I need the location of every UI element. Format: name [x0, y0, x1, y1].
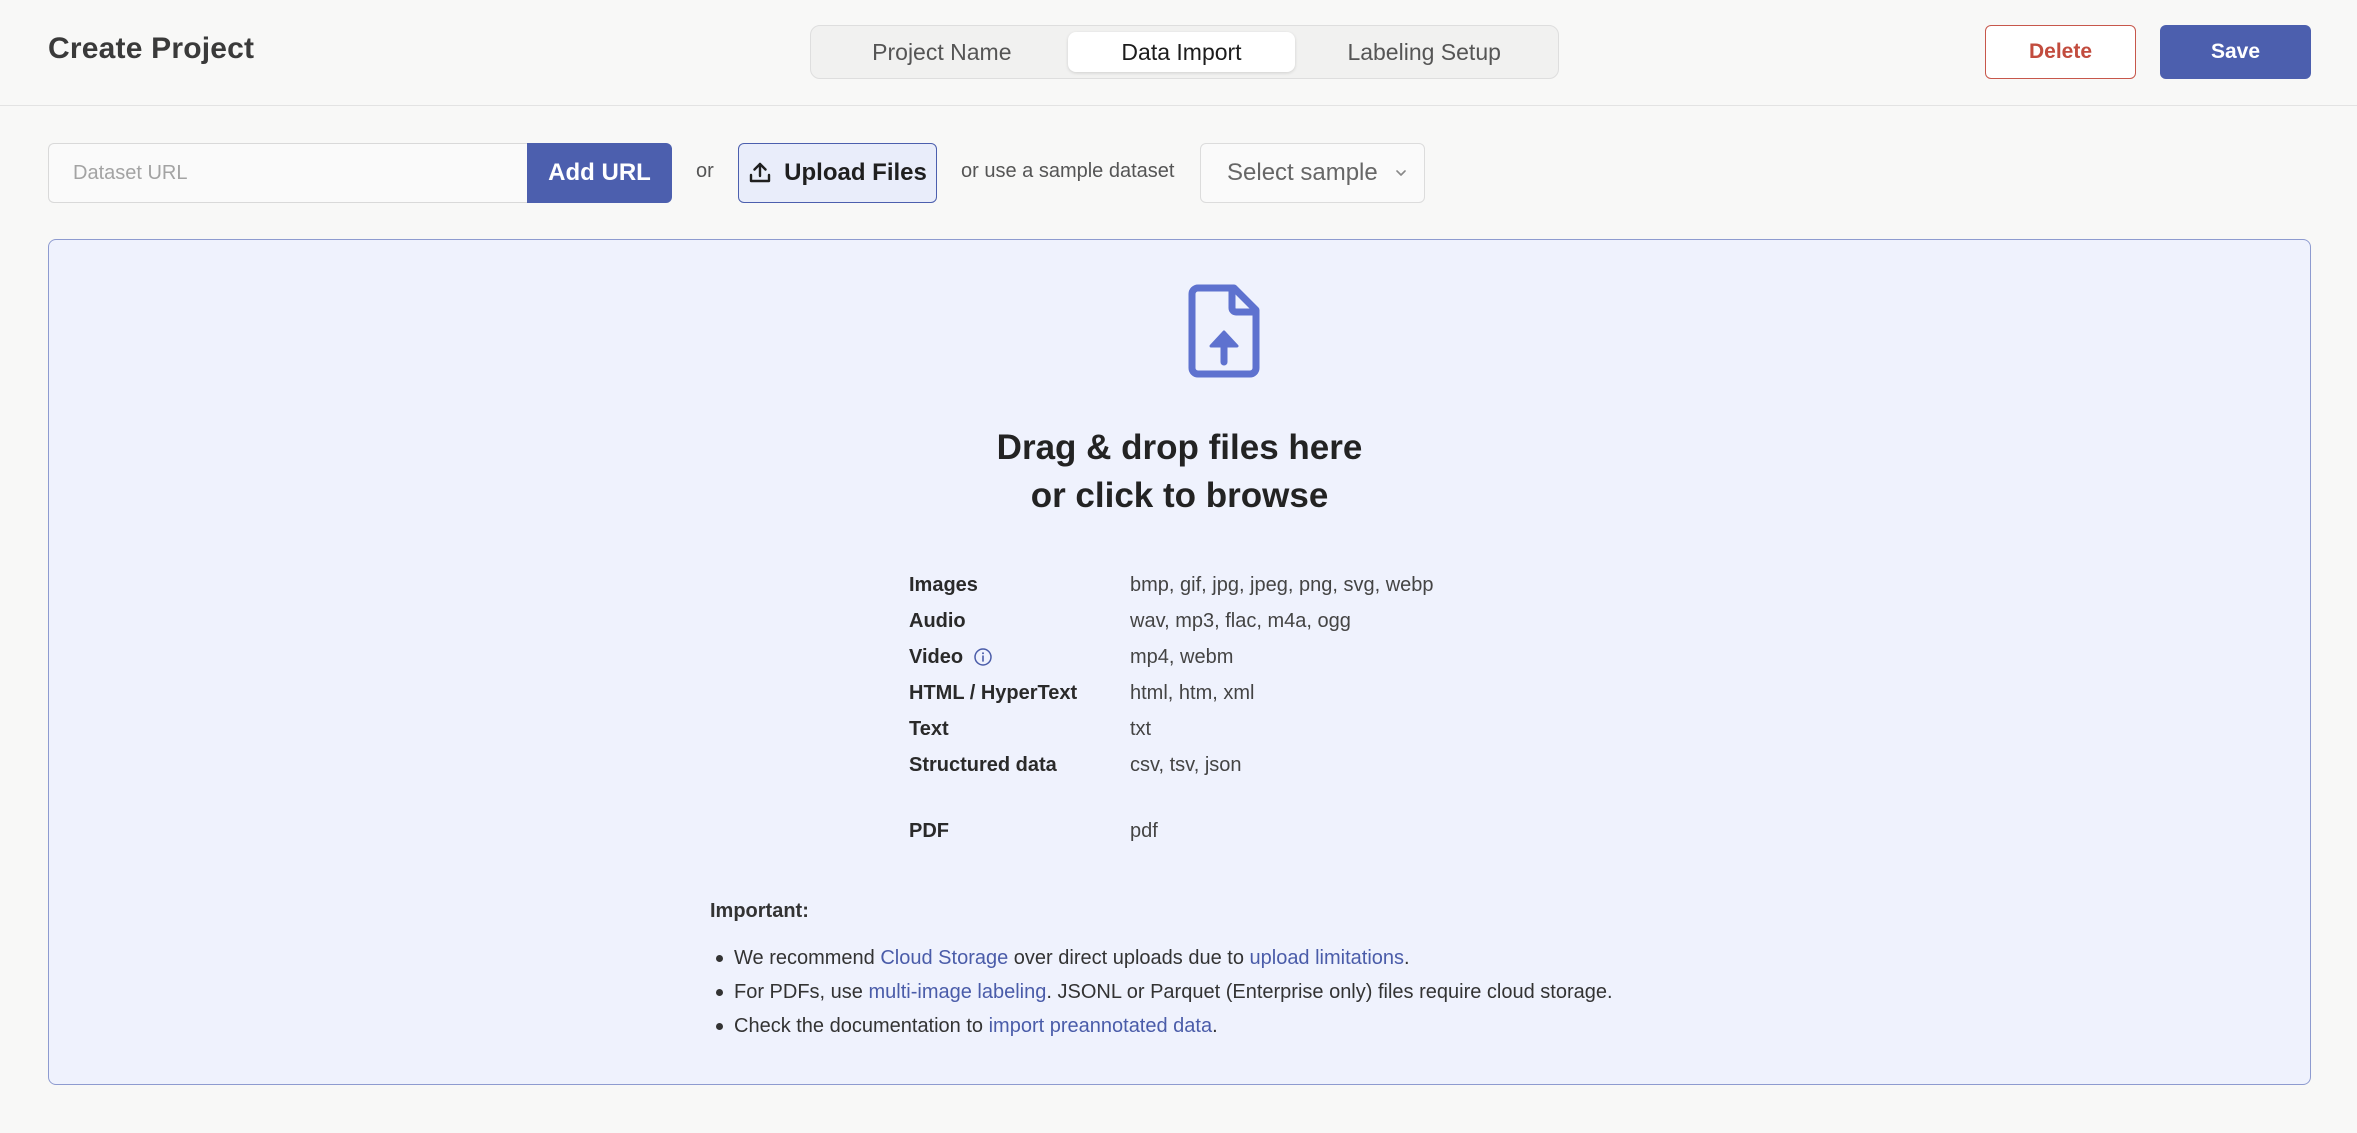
upload-icon	[748, 161, 772, 185]
important-notes: Important: We recommend Cloud Storage ov…	[710, 900, 1710, 1043]
chevron-down-icon	[1396, 170, 1406, 176]
upload-files-button[interactable]: Upload Files	[738, 143, 937, 203]
file-type-row: Audio wav, mp3, flac, m4a, ogg	[909, 606, 1509, 636]
file-type-name: PDF	[909, 820, 949, 842]
file-type-extensions: pdf	[1130, 820, 1158, 842]
upload-files-label: Upload Files	[784, 159, 927, 186]
dataset-url-input[interactable]	[48, 143, 528, 203]
file-type-row: Structured data csv, tsv, json	[909, 750, 1509, 780]
cloud-storage-link[interactable]: Cloud Storage	[880, 947, 1008, 969]
save-button[interactable]: Save	[2160, 25, 2311, 79]
file-type-extensions: csv, tsv, json	[1130, 754, 1242, 776]
list-item: Check the documentation to import preann…	[710, 1009, 1710, 1043]
file-type-name: Text	[909, 718, 949, 740]
info-icon[interactable]	[973, 647, 993, 667]
header: Create Project Project Name Data Import …	[0, 0, 2357, 106]
dropzone-title-line2: or click to browse	[1030, 476, 1329, 515]
step-tabs: Project Name Data Import Labeling Setup	[810, 25, 1559, 79]
upload-limitations-link[interactable]: upload limitations	[1250, 947, 1405, 969]
file-type-row: Text txt	[909, 714, 1509, 744]
note-text: .	[1404, 947, 1410, 969]
tab-project-name[interactable]: Project Name	[816, 32, 1068, 72]
page-title: Create Project	[48, 32, 255, 65]
important-list: We recommend Cloud Storage over direct u…	[710, 941, 1710, 1043]
note-text: We recommend	[734, 947, 881, 969]
dropzone-title-line1: Drag & drop files here	[996, 428, 1363, 467]
file-type-row: PDF pdf	[909, 816, 1509, 846]
file-type-extensions: mp4, webm	[1130, 646, 1234, 668]
file-type-row: Video mp4, webm	[909, 642, 1509, 672]
tab-data-import[interactable]: Data Import	[1067, 32, 1296, 72]
multi-image-labeling-link[interactable]: multi-image labeling	[868, 981, 1046, 1003]
list-item: For PDFs, use multi-image labeling. JSON…	[710, 975, 1710, 1009]
file-type-name: Structured data	[909, 754, 1057, 776]
tab-labeling-setup[interactable]: Labeling Setup	[1295, 32, 1553, 72]
import-preannotated-data-link[interactable]: import preannotated data	[989, 1015, 1213, 1037]
file-type-name: Audio	[909, 610, 966, 632]
sample-select[interactable]: Select sample	[1200, 143, 1425, 203]
file-type-name: HTML / HyperText	[909, 682, 1078, 704]
or-label: or	[696, 160, 714, 182]
file-type-extensions: txt	[1130, 718, 1152, 740]
file-type-extensions: html, htm, xml	[1130, 682, 1255, 704]
file-dropzone[interactable]: Drag & drop files here or click to brows…	[48, 239, 2311, 1085]
list-item: We recommend Cloud Storage over direct u…	[710, 941, 1710, 975]
note-text: . JSONL or Parquet (Enterprise only) fil…	[1046, 981, 1613, 1003]
file-type-row: Images bmp, gif, jpg, jpeg, png, svg, we…	[909, 570, 1509, 600]
sample-dataset-label: or use a sample dataset	[961, 160, 1175, 182]
file-type-name: Images	[909, 574, 978, 596]
delete-button[interactable]: Delete	[1985, 25, 2136, 79]
add-url-button[interactable]: Add URL	[527, 143, 672, 203]
note-text: .	[1212, 1015, 1218, 1037]
file-type-label: Video	[909, 646, 964, 668]
important-title: Important:	[710, 900, 809, 922]
file-type-name-video: Video	[909, 642, 993, 672]
file-upload-icon	[1188, 284, 1260, 378]
note-text: Check the documentation to	[734, 1015, 989, 1037]
file-type-extensions: wav, mp3, flac, m4a, ogg	[1130, 610, 1351, 632]
file-type-row: HTML / HyperText html, htm, xml	[909, 678, 1509, 708]
note-text: For PDFs, use	[734, 981, 869, 1003]
sample-select-value: Select sample	[1227, 159, 1378, 186]
file-type-extensions: bmp, gif, jpg, jpeg, png, svg, webp	[1130, 574, 1434, 596]
note-text: over direct uploads due to	[1008, 947, 1250, 969]
